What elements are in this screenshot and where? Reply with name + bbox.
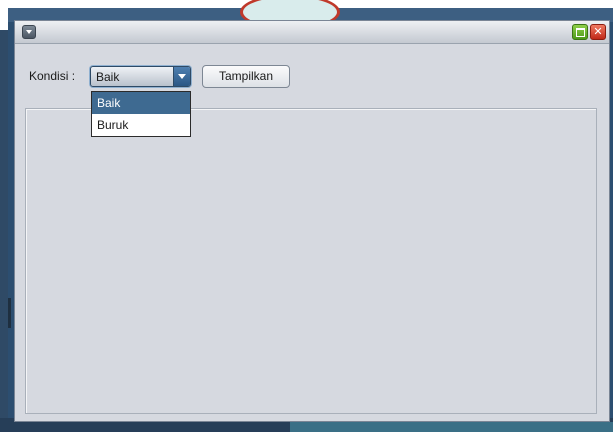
dropdown-option-buruk[interactable]: Buruk bbox=[92, 114, 190, 136]
dropdown-option-baik[interactable]: Baik bbox=[92, 92, 190, 114]
title-bar[interactable]: ✕ bbox=[15, 21, 609, 44]
desktop-edge-mark bbox=[8, 298, 11, 328]
system-menu-chevron-down-icon[interactable] bbox=[22, 25, 36, 39]
close-icon: ✕ bbox=[593, 25, 603, 38]
kondisi-combobox[interactable]: Baik bbox=[90, 66, 191, 87]
kondisi-label: Kondisi : bbox=[29, 69, 76, 83]
window-content: Kondisi : Baik Tampilkan Baik Buruk bbox=[15, 44, 609, 422]
combo-chevron-down-icon[interactable] bbox=[173, 67, 190, 86]
kondisi-combobox-value: Baik bbox=[96, 70, 120, 84]
kondisi-dropdown-list[interactable]: Baik Buruk bbox=[91, 91, 191, 137]
close-button[interactable]: ✕ bbox=[590, 24, 606, 40]
tampilkan-button[interactable]: Tampilkan bbox=[202, 65, 290, 88]
desktop-edge-dark bbox=[0, 30, 8, 432]
app-window: ✕ Kondisi : Baik Tampilkan Baik Buruk bbox=[14, 20, 610, 422]
taskbar-accent bbox=[290, 422, 613, 432]
desktop: ✕ Kondisi : Baik Tampilkan Baik Buruk bbox=[0, 0, 613, 432]
result-panel bbox=[25, 108, 597, 414]
maximize-button[interactable] bbox=[572, 24, 588, 40]
